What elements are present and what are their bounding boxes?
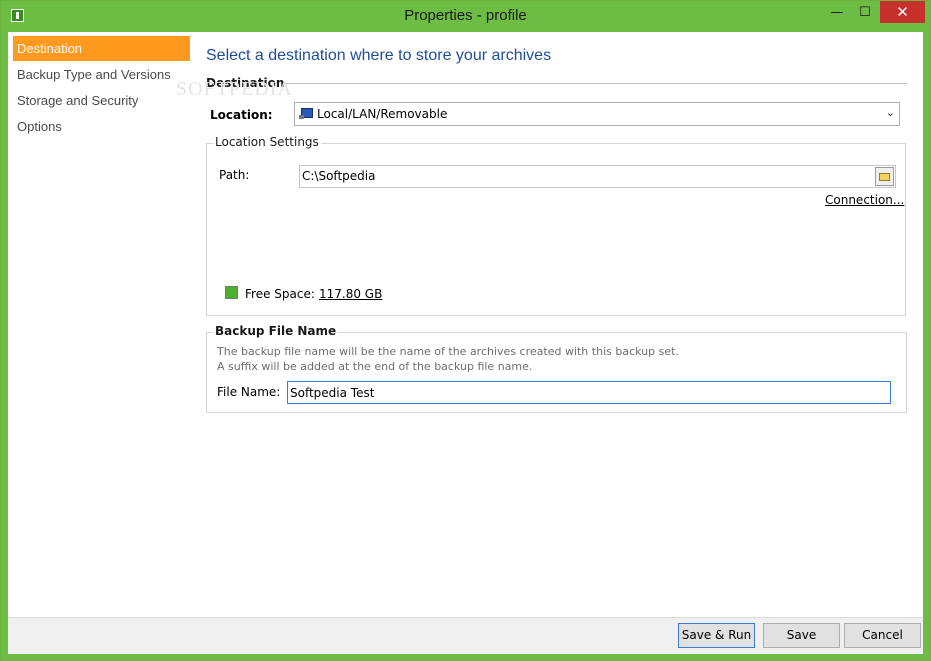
section-divider: [283, 83, 907, 84]
path-input-value: C:\Softpedia: [302, 169, 376, 183]
chevron-down-icon: ⌄: [885, 106, 895, 119]
free-space-label: Free Space:: [245, 287, 315, 301]
maximize-button[interactable]: ☐: [851, 1, 879, 23]
close-button[interactable]: ✕: [880, 1, 925, 23]
free-space-indicator-icon: [225, 286, 238, 299]
save-button[interactable]: Save: [763, 623, 840, 648]
backup-file-name-legend: Backup File Name: [213, 324, 339, 338]
sidebar-item-storage-and-security[interactable]: Storage and Security: [13, 88, 190, 113]
save-and-run-button[interactable]: Save & Run: [678, 623, 755, 648]
page-heading: Select a destination where to store your…: [206, 47, 552, 64]
backup-file-name-description-1: The backup file name will be the name of…: [217, 345, 679, 358]
path-input[interactable]: C:\Softpedia: [299, 165, 896, 188]
path-label: Path:: [219, 168, 250, 182]
file-name-input[interactable]: [288, 382, 894, 403]
browse-folder-button[interactable]: [875, 167, 894, 186]
location-label: Location:: [210, 108, 273, 122]
footer-bar: Save & Run Save Cancel: [8, 617, 923, 654]
backup-file-name-description-2: A suffix will be added at the end of the…: [217, 360, 533, 373]
location-settings-legend: Location Settings: [213, 135, 321, 149]
location-settings-group: Location Settings Path: C:\Softpedia Con…: [206, 135, 906, 316]
folder-icon: [879, 173, 890, 181]
sidebar-item-options[interactable]: Options: [13, 114, 190, 139]
free-space-value-link[interactable]: 117.80 GB: [319, 287, 382, 301]
file-name-label: File Name:: [217, 385, 281, 399]
sidebar-item-backup-type-and-versions[interactable]: Backup Type and Versions: [13, 62, 190, 87]
window-title: Properties - profile: [404, 7, 527, 24]
destination-section-title: Destination: [206, 76, 285, 90]
location-dropdown-value: Local/LAN/Removable: [317, 107, 448, 121]
location-dropdown[interactable]: Local/LAN/Removable ⌄: [294, 102, 900, 126]
sidebar: Destination Backup Type and Versions Sto…: [8, 32, 198, 622]
minimize-button[interactable]: —: [823, 1, 851, 23]
file-name-field-box: [287, 381, 894, 404]
computer-icon: [299, 108, 313, 119]
main-panel: Select a destination where to store your…: [206, 32, 916, 622]
backup-file-name-group: Backup File Name The backup file name wi…: [206, 324, 907, 413]
properties-window: Properties - profile — ☐ ✕ Destination B…: [0, 0, 931, 661]
sidebar-item-destination[interactable]: Destination: [13, 36, 190, 61]
cancel-button[interactable]: Cancel: [844, 623, 921, 648]
connection-link[interactable]: Connection...: [825, 193, 904, 207]
title-bar[interactable]: Properties - profile — ☐ ✕: [1, 1, 930, 32]
client-area: Destination Backup Type and Versions Sto…: [8, 32, 923, 654]
